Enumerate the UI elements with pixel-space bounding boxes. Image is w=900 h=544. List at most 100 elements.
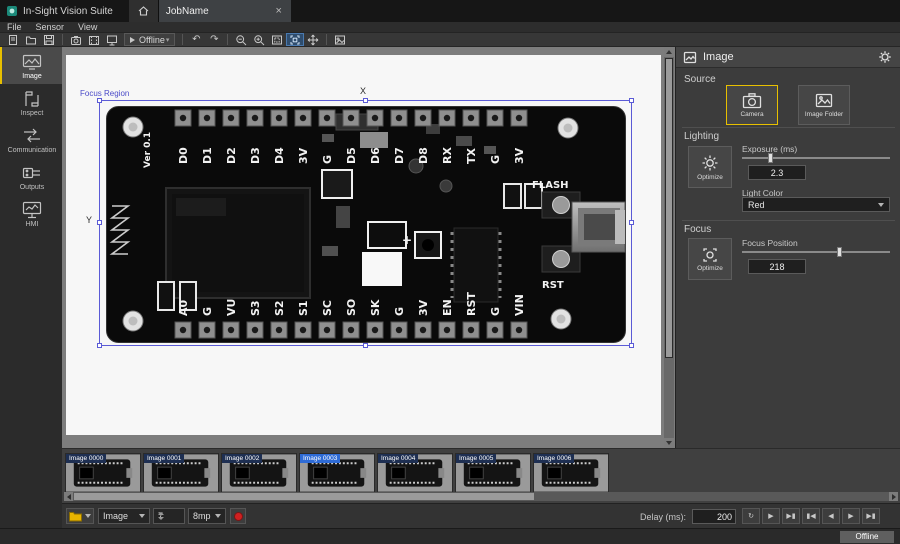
display-button[interactable] [103, 33, 121, 46]
image-source-folder-button[interactable] [66, 508, 94, 524]
redo-button[interactable]: ↷ [205, 33, 223, 46]
record-sequence-button[interactable] [85, 33, 103, 46]
filmstrip-thumbnail[interactable]: Image 0005 [455, 453, 531, 493]
region-handle[interactable] [363, 343, 368, 348]
sidebar-item-label: HMI [26, 221, 39, 228]
filmstrip-thumbnail[interactable]: Image 0004 [377, 453, 453, 493]
pin-label: D8 [417, 147, 430, 164]
undo-button[interactable]: ↶ [187, 33, 205, 46]
filmstrip-thumbnail[interactable]: Image 0001 [143, 453, 219, 493]
menu-sensor[interactable]: Sensor [29, 22, 72, 32]
scroll-left-button[interactable] [64, 492, 73, 501]
focus-optimize-button[interactable]: Optimize [688, 238, 732, 280]
focus-position-slider[interactable] [742, 247, 890, 257]
image-viewport: Focus Region X Y [62, 47, 675, 448]
pan-button[interactable] [304, 33, 322, 46]
last-frame-button[interactable]: ▶▮ [862, 508, 880, 524]
zoom-fit-button[interactable] [286, 33, 304, 46]
horizontal-scrollbar[interactable] [64, 492, 898, 501]
pin-label: G [201, 307, 214, 316]
redo-icon: ↷ [210, 33, 218, 46]
close-icon[interactable]: × [273, 5, 283, 17]
gear-icon[interactable] [878, 50, 892, 64]
resolution-dropdown[interactable]: 8mp [188, 508, 226, 524]
record-button[interactable] [230, 508, 246, 524]
filmstrip-thumbnail[interactable]: Image 0006 [533, 453, 609, 493]
sidebar-item-outputs[interactable]: Outputs [0, 158, 62, 195]
light-color-dropdown[interactable]: Red [742, 197, 890, 212]
tab-job[interactable]: JobName × [159, 0, 291, 22]
run-mode-label: Offline [139, 35, 165, 45]
focus-region-label: Focus Region [80, 89, 129, 98]
slider-handle[interactable] [837, 247, 842, 257]
slider-handle[interactable] [768, 153, 773, 163]
toolbar-separator [227, 34, 228, 45]
zoom-in-button[interactable] [250, 33, 268, 46]
zoom-out-button[interactable] [232, 33, 250, 46]
save-job-button[interactable] [40, 33, 58, 46]
region-handle[interactable] [363, 98, 368, 103]
sidebar-item-inspect[interactable]: Inspect [0, 84, 62, 121]
acquired-image-canvas[interactable]: Focus Region X Y [66, 55, 661, 435]
tab-home[interactable] [129, 0, 159, 22]
next-frame-button[interactable]: ▶ [842, 508, 860, 524]
source-image-folder-button[interactable]: Image Folder [798, 85, 850, 125]
first-frame-button[interactable]: ▮◀ [802, 508, 820, 524]
region-handle[interactable] [97, 343, 102, 348]
menu-view[interactable]: View [71, 22, 104, 32]
toolbar-separator [62, 34, 63, 45]
region-handle[interactable] [97, 220, 102, 225]
filmstrip-thumbnail[interactable]: Image 0000 [65, 453, 141, 493]
pin-label: G [393, 307, 406, 316]
step-forward-button[interactable]: ▶▮ [782, 508, 800, 524]
region-handle[interactable] [97, 98, 102, 103]
step-sidebar: Image Inspect Communication Outputs HMI [0, 47, 62, 528]
region-handle[interactable] [629, 343, 634, 348]
pin-hole [324, 327, 330, 333]
filmstrip-thumbnail[interactable]: Image 0003 [299, 453, 375, 493]
exposure-value-input[interactable] [748, 165, 806, 180]
pin-label: SK [369, 299, 382, 316]
scrollbar-thumb[interactable] [665, 58, 673, 358]
pin-label: A0 [177, 299, 190, 316]
new-job-button[interactable] [4, 33, 22, 46]
focus-position-value-input[interactable] [748, 259, 806, 274]
sidebar-item-hmi[interactable]: HMI [0, 195, 62, 232]
region-handle[interactable] [629, 98, 634, 103]
lighting-optimize-button[interactable]: Optimize [688, 146, 732, 188]
sidebar-item-image[interactable]: Image [0, 47, 62, 84]
zoom-actual-button[interactable] [268, 33, 286, 46]
pcb-rst-label: RST [542, 280, 564, 291]
region-handle[interactable] [629, 220, 634, 225]
playback-source-dropdown[interactable]: Image [98, 508, 150, 524]
chevron-down-icon [139, 514, 145, 518]
open-job-button[interactable] [22, 33, 40, 46]
pcb-flash-label: FLASH [532, 180, 569, 191]
vertical-scrollbar[interactable] [664, 47, 674, 448]
spinner-arrows[interactable] [158, 512, 164, 520]
scrollbar-thumb[interactable] [74, 493, 534, 500]
play-icon [130, 37, 135, 43]
image-display-button[interactable] [331, 33, 349, 46]
scroll-down-button[interactable] [664, 438, 674, 448]
previous-frame-button[interactable]: ◀ [822, 508, 840, 524]
communication-step-icon [21, 126, 43, 146]
thumbnail-label: Image 0003 [300, 454, 340, 463]
loop-button[interactable]: ↻ [742, 508, 760, 524]
pin-label: D4 [273, 147, 286, 164]
run-mode-dropdown[interactable]: Offline ▾ [124, 33, 175, 46]
sidebar-item-communication[interactable]: Communication [0, 121, 62, 158]
camera-trigger-button[interactable] [67, 33, 85, 46]
scroll-up-button[interactable] [664, 47, 674, 57]
scroll-right-button[interactable] [889, 492, 898, 501]
exposure-slider[interactable] [742, 153, 890, 163]
menu-file[interactable]: File [0, 22, 29, 32]
pin-label: D5 [345, 147, 358, 164]
source-camera-button[interactable]: Camera [726, 85, 778, 125]
pin-label: EN [441, 299, 454, 316]
filmstrip-thumbnail[interactable]: Image 0002 [221, 453, 297, 493]
status-offline-button[interactable]: Offline [840, 531, 894, 543]
play-button[interactable]: ▶ [762, 508, 780, 524]
delay-input[interactable] [692, 509, 736, 524]
frame-number-spinner[interactable]: 7 [153, 508, 185, 524]
